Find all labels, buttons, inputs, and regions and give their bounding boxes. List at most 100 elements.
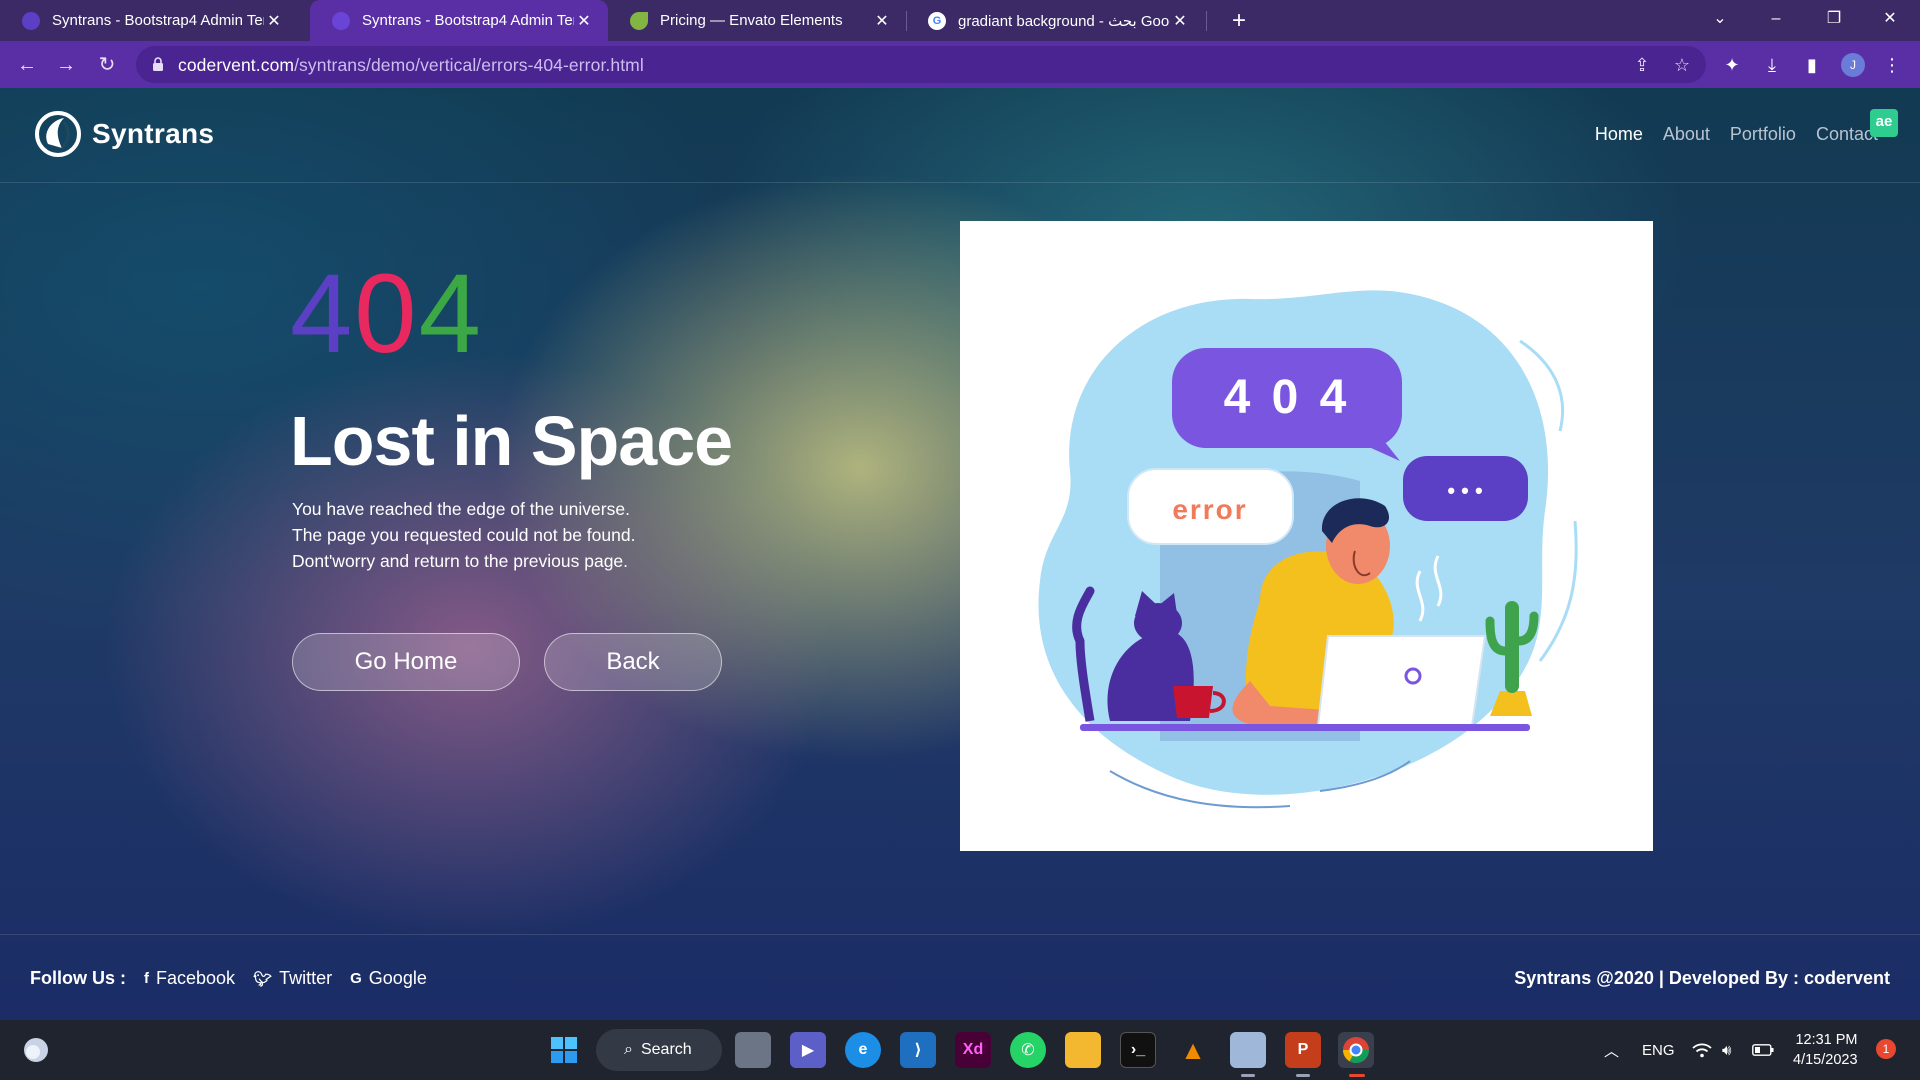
profile-avatar[interactable]: J <box>1841 53 1865 77</box>
file-explorer-icon[interactable] <box>1065 1032 1101 1068</box>
nav-about[interactable]: About <box>1663 124 1710 145</box>
whatsapp-icon[interactable]: ✆ <box>1010 1032 1046 1068</box>
chrome-icon[interactable] <box>1338 1032 1374 1068</box>
running-indicator-active <box>1349 1074 1365 1077</box>
wifi-icon[interactable] <box>1692 1020 1712 1080</box>
windows-taskbar: ⌕ Search ▶ e ⟩ Xd ✆ ›_ ▲ P ︿ ENG 🔊︎ 12:3… <box>0 1020 1920 1080</box>
clock-date: 4/15/2023 <box>1793 1052 1858 1068</box>
ae-extension-badge[interactable]: ae <box>1870 109 1898 137</box>
site-footer: Follow Us : f Facebook 🐦︎ Twitter G Google … <box>0 934 1920 1020</box>
restore-button[interactable]: ❐ <box>1806 0 1862 41</box>
tab-title: Pricing — Envato Elements <box>660 12 843 29</box>
follow-us: Follow Us : f Facebook 🐦︎ Twitter G Google <box>30 968 427 989</box>
close-tab-icon[interactable]: ✕ <box>1170 11 1190 31</box>
go-home-button[interactable]: Go Home <box>292 633 520 691</box>
minimize-button[interactable]: – <box>1748 0 1804 41</box>
adobe-xd-icon[interactable]: Xd <box>955 1032 991 1068</box>
url-text: codervent.com/syntrans/demo/vertical/err… <box>178 55 644 76</box>
chrome-logo-icon <box>1342 1037 1370 1064</box>
search-label: Search <box>640 1041 692 1058</box>
facebook-icon: f <box>144 970 149 987</box>
start-windows-icon[interactable] <box>546 1032 582 1068</box>
bookmark-star-icon[interactable]: ☆ <box>1670 53 1694 77</box>
menu-kebab-icon[interactable]: ⋮ <box>1880 53 1904 77</box>
error-page: Syntrans Home About Portfolio Contact ae… <box>0 88 1920 1020</box>
close-tab-icon[interactable]: ✕ <box>872 11 892 31</box>
tray-overflow-chevron-icon[interactable]: ︿ <box>1604 1020 1619 1080</box>
site-header: Syntrans Home About Portfolio Contact ae <box>0 88 1920 183</box>
powerpoint-icon[interactable]: P <box>1285 1032 1321 1068</box>
forward-arrow-icon[interactable]: → <box>48 47 84 83</box>
browser-tab[interactable]: G gradiant background - بحث Goog ✕ <box>906 0 1204 41</box>
bubble-dots-text: • • • <box>1447 478 1482 503</box>
browser-toolbar: ← → ↻ codervent.com/syntrans/demo/vertic… <box>0 41 1920 88</box>
syntrans-favicon-icon <box>332 11 350 30</box>
address-bar[interactable]: codervent.com/syntrans/demo/vertical/err… <box>136 46 1706 83</box>
new-tab-button[interactable]: + <box>1222 4 1256 38</box>
share-icon[interactable]: ⇪ <box>1630 53 1654 77</box>
close-tab-icon[interactable]: ✕ <box>264 11 284 31</box>
error-title: Lost in Space <box>290 402 733 480</box>
close-window-button[interactable]: ✕ <box>1862 0 1918 41</box>
browser-tab[interactable]: Syntrans - Bootstrap4 Admin Ten ✕ <box>0 0 298 41</box>
brand[interactable]: Syntrans <box>34 110 214 158</box>
taskbar-search[interactable]: ⌕ Search <box>596 1029 722 1071</box>
weather-widget-icon[interactable] <box>18 1032 54 1068</box>
battery-icon[interactable] <box>1752 1020 1774 1080</box>
twitter-link[interactable]: 🐦︎ Twitter <box>253 968 332 989</box>
error-digit: 0 <box>354 251 419 376</box>
download-icon[interactable]: ⤓ <box>1760 53 1784 77</box>
teams-chat-icon[interactable]: ▶ <box>790 1032 826 1068</box>
brand-name: Syntrans <box>92 118 215 149</box>
browser-tab-active[interactable]: Syntrans - Bootstrap4 Admin Ten ✕ <box>310 0 608 41</box>
close-tab-icon[interactable]: ✕ <box>574 11 594 31</box>
follow-label: Follow Us : <box>30 968 126 988</box>
tab-title: Syntrans - Bootstrap4 Admin Ten <box>362 12 574 29</box>
task-view-icon[interactable] <box>735 1032 771 1068</box>
syntrans-favicon-icon <box>22 11 40 30</box>
nav-contact[interactable]: Contact <box>1816 124 1878 145</box>
tab-separator <box>1206 11 1207 31</box>
input-language[interactable]: ENG <box>1642 1020 1675 1080</box>
search-icon: ⌕ <box>624 1041 633 1058</box>
terminal-icon[interactable]: ›_ <box>1120 1032 1156 1068</box>
error-description: You have reached the edge of the univers… <box>292 496 635 574</box>
url-path: /syntrans/demo/vertical/errors-404-error… <box>294 55 644 75</box>
error-line: You have reached the edge of the univers… <box>292 499 630 519</box>
url-host: codervent.com <box>178 55 295 75</box>
nav-home[interactable]: Home <box>1595 124 1643 145</box>
clock-time: 12:31 PM <box>1795 1032 1858 1048</box>
extensions-puzzle-icon[interactable]: ✦ <box>1720 53 1744 77</box>
error-digit: 4 <box>418 251 483 376</box>
error-line: Dont'worry and return to the previous pa… <box>292 551 629 571</box>
tab-search-chevron-icon[interactable]: ⌄ <box>1692 0 1748 41</box>
google-label: Google <box>368 968 427 988</box>
reload-icon[interactable]: ↻ <box>89 47 125 83</box>
back-arrow-icon[interactable]: ← <box>9 47 45 83</box>
twitter-bird-icon: 🐦︎ <box>253 970 273 988</box>
footer-credits: Syntrans @2020 | Developed By : coderven… <box>1514 968 1890 988</box>
facebook-label: Facebook <box>156 968 236 988</box>
lock-icon <box>153 57 163 71</box>
error-digit: 4 <box>290 251 355 376</box>
facebook-link[interactable]: f Facebook <box>144 968 235 989</box>
windows-logo-icon <box>551 1037 577 1063</box>
vscode-icon[interactable]: ⟩ <box>900 1032 936 1068</box>
google-link[interactable]: G Google <box>350 968 427 989</box>
photos-app-icon[interactable] <box>1230 1032 1266 1068</box>
vlc-cone-icon[interactable]: ▲ <box>1175 1032 1211 1068</box>
volume-speaker-icon[interactable]: 🔊︎ <box>1722 1020 1731 1080</box>
main-nav: Home About Portfolio Contact <box>1595 124 1878 145</box>
error-illustration: 4 0 4 error • • • <box>960 221 1653 851</box>
side-panel-icon[interactable]: ▮ <box>1800 53 1824 77</box>
system-clock[interactable]: 12:31 PM 4/15/2023 <box>1793 1030 1858 1070</box>
edge-browser-icon[interactable]: e <box>845 1032 881 1068</box>
browser-tab-strip: Syntrans - Bootstrap4 Admin Ten ✕ Syntra… <box>0 0 1920 41</box>
nav-portfolio[interactable]: Portfolio <box>1730 124 1796 145</box>
browser-tab[interactable]: Pricing — Envato Elements ✕ <box>608 0 906 41</box>
back-button[interactable]: Back <box>544 633 722 691</box>
google-icon: G <box>350 970 362 987</box>
bubble-error-text: error <box>1172 494 1247 525</box>
running-indicator <box>1241 1074 1255 1077</box>
notification-count-badge[interactable]: 1 <box>1876 1039 1896 1059</box>
